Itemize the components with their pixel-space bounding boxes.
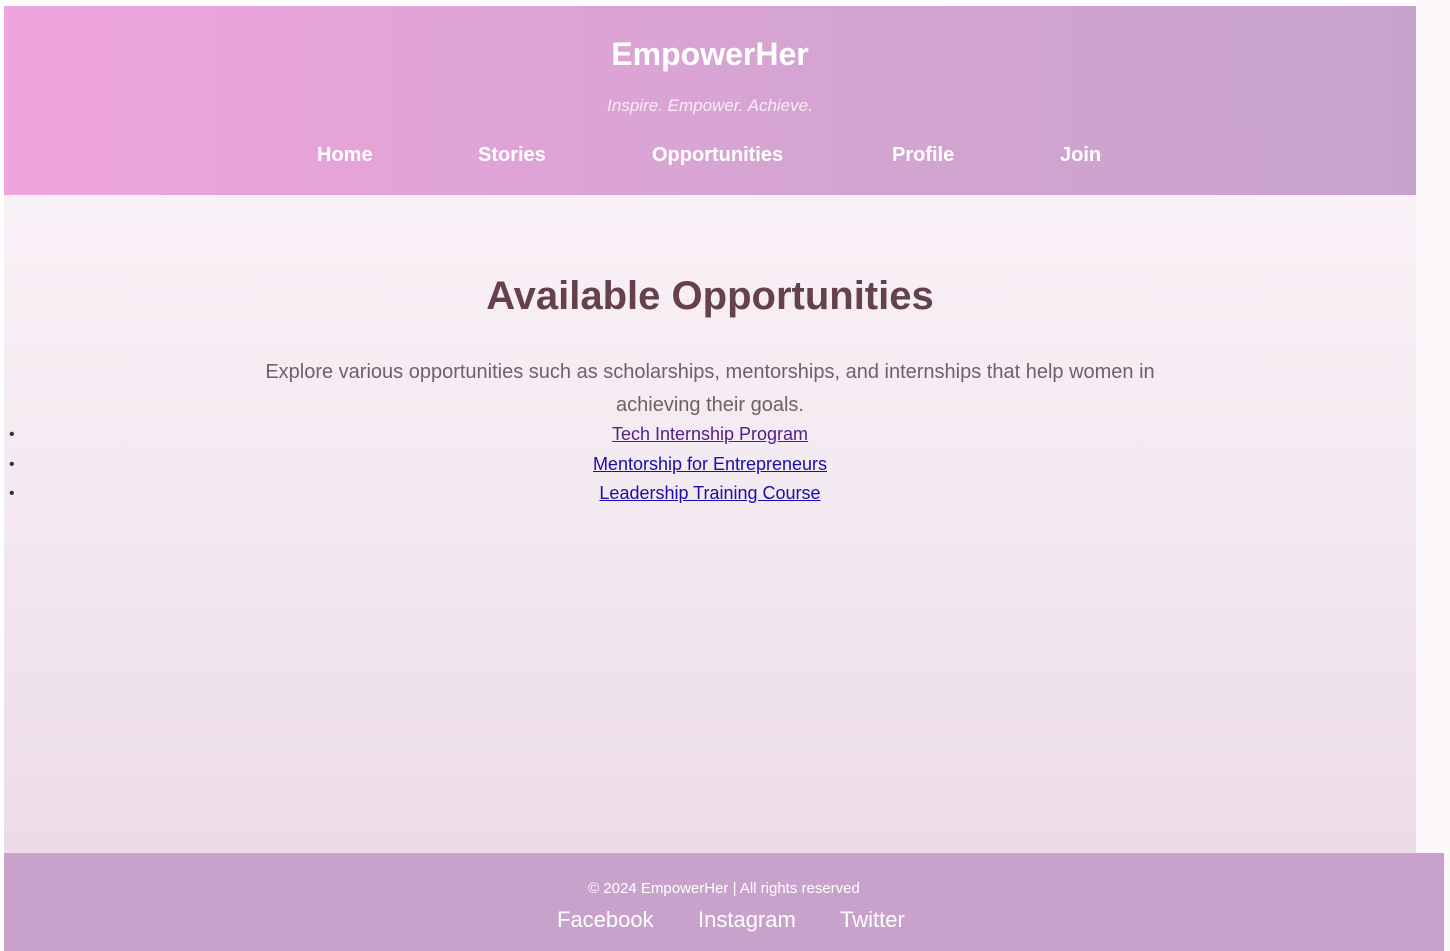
page-scroll-edge (1416, 0, 1450, 951)
site-header: EmpowerHer Inspire. Empower. Achieve. Ho… (4, 6, 1416, 195)
nav-join[interactable]: Join (1060, 144, 1101, 167)
opportunity-link-leadership[interactable]: Leadership Training Course (599, 483, 820, 503)
list-item: • Leadership Training Course (4, 479, 1416, 509)
bullet-icon: • (9, 426, 15, 443)
nav-profile[interactable]: Profile (892, 144, 954, 167)
list-item: • Tech Internship Program (4, 420, 1416, 450)
site-footer: © 2024 EmpowerHer | All rights reserved … (4, 853, 1444, 951)
site-title: EmpowerHer (611, 36, 809, 72)
footer-link-instagram[interactable]: Instagram (698, 907, 796, 933)
page-frame: EmpowerHer Inspire. Empower. Achieve. Ho… (4, 6, 1416, 951)
nav-home[interactable]: Home (317, 144, 373, 167)
nav-opportunities[interactable]: Opportunities (652, 144, 783, 167)
list-item: • Mentorship for Entrepreneurs (4, 450, 1416, 480)
bullet-icon: • (9, 455, 15, 473)
footer-link-facebook[interactable]: Facebook (557, 907, 654, 933)
site-tagline: Inspire. Empower. Achieve. (607, 96, 813, 115)
page-title: Available Opportunities (486, 274, 934, 318)
bullet-icon: • (9, 485, 15, 502)
opportunities-list: • Tech Internship Program • Mentorship f… (4, 420, 1416, 509)
nav-stories[interactable]: Stories (478, 144, 546, 167)
opportunity-link-tech-internship[interactable]: Tech Internship Program (612, 424, 808, 444)
intro-text: Explore various opportunities such as sc… (265, 361, 1155, 416)
copyright-text: © 2024 EmpowerHer | All rights reserved (588, 880, 860, 897)
opportunity-link-mentorship[interactable]: Mentorship for Entrepreneurs (593, 454, 827, 474)
footer-link-twitter[interactable]: Twitter (840, 907, 905, 933)
